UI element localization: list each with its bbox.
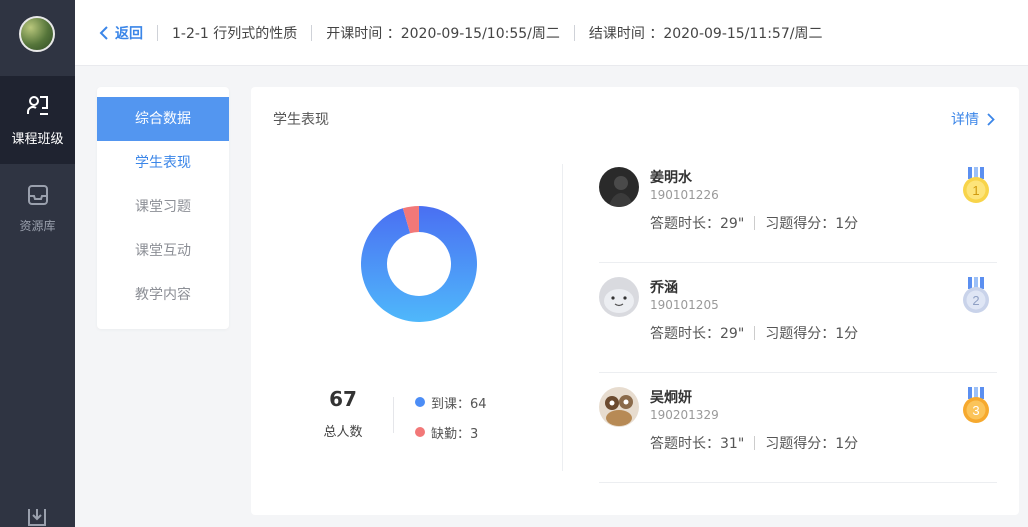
legend-present: 到课：64 (415, 393, 487, 412)
nav-item-label: 课程班级 (11, 131, 64, 147)
submenu-item-student-performance[interactable]: 学生表现 (97, 141, 229, 185)
inbox-icon (26, 183, 50, 211)
answer-duration: 答题时长：29" (650, 216, 745, 232)
submenu-item-content[interactable]: 教学内容 (97, 273, 229, 317)
answer-duration: 答题时长：29" (650, 326, 745, 342)
gold-medal-icon: 1 (963, 167, 989, 203)
legend-absent-label: 缺勤：3 (431, 426, 479, 442)
rank-number: 1 (972, 183, 979, 198)
divider (573, 24, 575, 41)
divider (393, 397, 394, 433)
list-item[interactable]: 姜明水 190101226 答题时长：29" 习题得分：1分 1 (599, 153, 997, 263)
chevron-right-icon (987, 112, 995, 126)
back-button[interactable]: 返回 (99, 23, 143, 43)
end-time: 结课时间 ：2020-09-15/11:57/周二 (588, 25, 823, 42)
total-label: 总人数 (323, 425, 363, 440)
student-stats: 答题时长：29" 习题得分：1分 (650, 213, 858, 233)
detail-link[interactable]: 详情 (951, 109, 995, 129)
user-avatar[interactable] (19, 16, 55, 52)
rank-number: 3 (972, 403, 979, 418)
student-id: 190101205 (650, 298, 719, 312)
data-submenu: 综合数据 学生表现 课堂习题 课堂互动 教学内容 (97, 87, 229, 329)
side-nav: 课程班级 资源库 (0, 0, 75, 527)
submenu-item-exercises[interactable]: 课堂习题 (97, 185, 229, 229)
top-header: 返回 1-2-1 行列式的性质 开课时间 ：2020-09-15/10:55/周… (75, 0, 1028, 66)
exercise-score: 习题得分：1分 (765, 436, 859, 452)
exercise-score: 习题得分：1分 (765, 216, 859, 232)
nav-item-label: 资源库 (19, 218, 56, 233)
student-stats: 答题时长：31" 习题得分：1分 (650, 433, 858, 453)
donut-slice-present (361, 206, 477, 322)
exercise-score: 习题得分：1分 (765, 326, 859, 342)
divider (754, 436, 756, 450)
total-number: 67 (329, 387, 357, 411)
student-performance-card: 学生表现 详情 67 总人数 到课：64 缺勤：3 姜明水 190101226 … (251, 87, 1019, 515)
student-name: 姜明水 (650, 170, 692, 186)
legend-dot-absent (415, 427, 425, 437)
bronze-medal-icon: 3 (963, 387, 989, 423)
submenu-item-interaction[interactable]: 课堂互动 (97, 229, 229, 273)
list-item[interactable]: 吴炯妍 190201329 答题时长：31" 习题得分：1分 3 (599, 373, 997, 483)
card-title: 学生表现 (273, 112, 329, 128)
student-ranking-list: 姜明水 190101226 答题时长：29" 习题得分：1分 1 乔涵 1901… (599, 153, 997, 483)
nav-item-class[interactable]: 课程班级 (0, 76, 75, 164)
download-icon[interactable] (25, 507, 49, 527)
student-avatar (599, 387, 639, 427)
attendance-donut-chart (361, 206, 477, 322)
attendance-legend: 到课：64 缺勤：3 (415, 393, 487, 453)
silver-medal-icon: 2 (963, 277, 989, 313)
student-id: 190101226 (650, 188, 719, 202)
student-avatar (599, 277, 639, 317)
divider (311, 24, 313, 41)
legend-absent: 缺勤：3 (415, 423, 487, 442)
student-stats: 答题时长：29" 习题得分：1分 (650, 323, 858, 343)
student-avatar (599, 167, 639, 207)
total-count: 67 总人数 (313, 387, 373, 440)
submenu-item-overview[interactable]: 综合数据 (97, 97, 229, 141)
nav-item-resources[interactable]: 资源库 (0, 164, 75, 252)
detail-label: 详情 (951, 112, 979, 128)
student-name: 乔涵 (650, 280, 678, 296)
section-divider (562, 164, 563, 471)
student-id: 190201329 (650, 408, 719, 422)
lesson-title: 1-2-1 行列式的性质 (172, 25, 298, 42)
divider (157, 24, 158, 41)
back-label: 返回 (115, 25, 143, 42)
legend-dot-present (415, 397, 425, 407)
class-icon (26, 94, 50, 122)
rank-number: 2 (972, 293, 979, 308)
list-item[interactable]: 乔涵 190101205 答题时长：29" 习题得分：1分 2 (599, 263, 997, 373)
chevron-left-icon (99, 25, 108, 40)
legend-present-label: 到课：64 (431, 396, 487, 412)
divider (754, 326, 756, 340)
answer-duration: 答题时长：31" (650, 436, 745, 452)
divider (754, 216, 756, 230)
start-time: 开课时间 ：2020-09-15/10:55/周二 (326, 25, 560, 42)
student-name: 吴炯妍 (650, 390, 692, 406)
